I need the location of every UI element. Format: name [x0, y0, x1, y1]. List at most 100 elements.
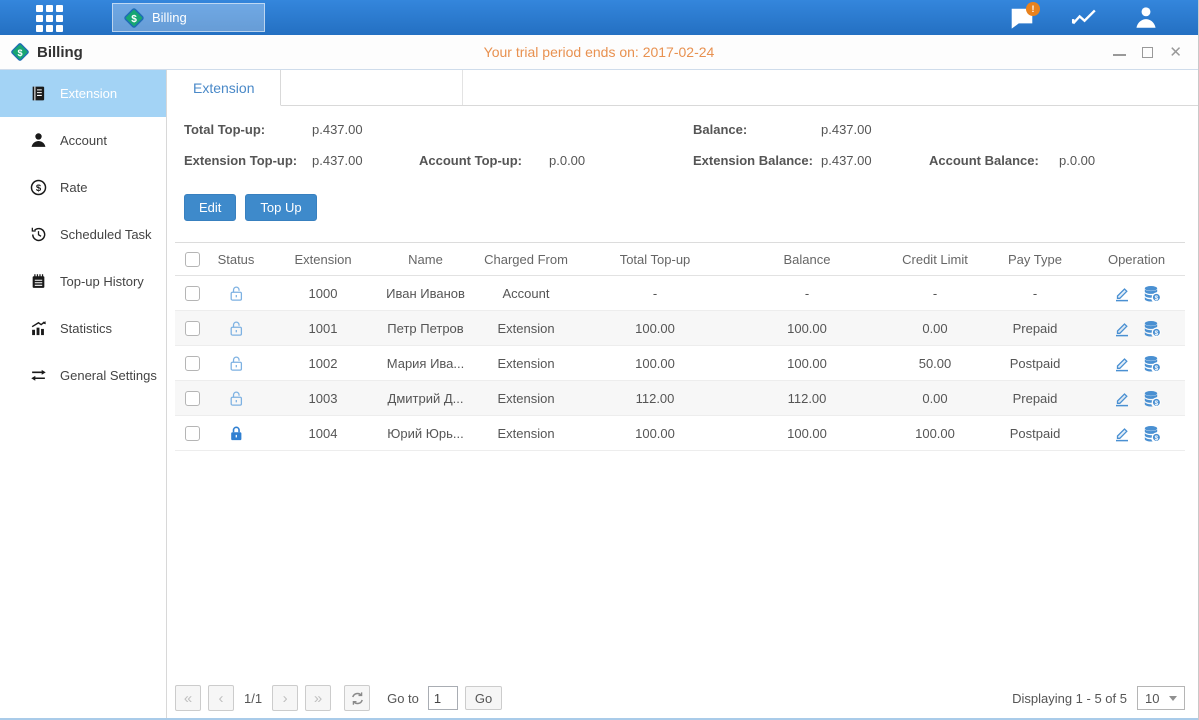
svg-text:$: $ — [17, 48, 22, 58]
sidebar-item-label: Scheduled Task — [60, 227, 152, 242]
row-checkbox[interactable] — [185, 426, 200, 441]
table-row: 1000Иван ИвановAccount----$ — [175, 276, 1185, 311]
extension-balance-value: p.437.00 — [821, 153, 872, 168]
cell-total-topup: 112.00 — [584, 381, 726, 416]
column-header-name: Name — [383, 243, 468, 276]
goto-page-input[interactable] — [428, 686, 458, 710]
cell-total-topup: 100.00 — [584, 346, 726, 381]
cell-credit-limit: - — [888, 276, 982, 311]
page-indicator: 1/1 — [244, 691, 262, 706]
total-topup-value: p.437.00 — [312, 122, 363, 137]
table-header-row: StatusExtensionNameCharged FromTotal Top… — [175, 243, 1185, 276]
cell-pay-type: Prepaid — [982, 311, 1088, 346]
cell-credit-limit: 0.00 — [888, 311, 982, 346]
window-title-group: $ Billing — [10, 42, 83, 62]
billing-app-window: $ Billing ! $ Billing Your trial period … — [0, 0, 1199, 720]
svg-text:$: $ — [131, 14, 137, 25]
messages-icon[interactable]: ! — [1008, 4, 1036, 32]
edit-pencil-icon[interactable] — [1113, 285, 1131, 302]
ledger-icon — [30, 85, 47, 102]
topbar-right: ! — [1008, 0, 1160, 35]
column-header-charged-from: Charged From — [468, 243, 584, 276]
history-clock-icon — [30, 226, 47, 243]
column-header-credit-limit: Credit Limit — [888, 243, 982, 276]
minimize-button[interactable] — [1113, 49, 1126, 56]
sidebar-item-extension[interactable]: Extension — [0, 70, 166, 117]
extension-table: StatusExtensionNameCharged FromTotal Top… — [175, 242, 1185, 451]
row-checkbox[interactable] — [185, 356, 200, 371]
select-all-checkbox[interactable] — [185, 252, 200, 267]
displaying-text: Displaying 1 - 5 of 5 — [1012, 691, 1127, 706]
svg-text:$: $ — [1154, 295, 1158, 302]
row-checkbox[interactable] — [185, 321, 200, 336]
prev-page-button[interactable]: ‹ — [208, 685, 234, 711]
topup-coins-icon[interactable]: $ — [1143, 390, 1161, 407]
row-checkbox[interactable] — [185, 286, 200, 301]
locked-icon — [228, 424, 245, 439]
cell-balance: 100.00 — [726, 311, 888, 346]
topup-coins-icon[interactable]: $ — [1143, 320, 1161, 337]
edit-pencil-icon[interactable] — [1113, 355, 1131, 372]
close-button[interactable]: ✕ — [1169, 47, 1182, 58]
sidebar-item-label: Statistics — [60, 321, 112, 336]
next-page-button[interactable]: › — [272, 685, 298, 711]
column-header-extension: Extension — [263, 243, 383, 276]
tab-extension[interactable]: Extension — [167, 70, 281, 106]
sidebar-item-rate[interactable]: $Rate — [0, 164, 166, 211]
go-button[interactable]: Go — [465, 686, 502, 710]
pagination-bar: « ‹ 1/1 › » Go to Go Displaying 1 - 5 of… — [175, 684, 1185, 712]
cell-charged-from: Extension — [468, 381, 584, 416]
cell-extension: 1000 — [263, 276, 383, 311]
window-controls: ✕ — [1113, 47, 1182, 58]
billing-diamond-icon: $ — [123, 7, 145, 29]
cell-charged-from: Extension — [468, 346, 584, 381]
topup-coins-icon[interactable]: $ — [1143, 425, 1161, 442]
sidebar-item-account[interactable]: Account — [0, 117, 166, 164]
chevron-down-icon — [1169, 696, 1177, 701]
cell-charged-from: Account — [468, 276, 584, 311]
edit-pencil-icon[interactable] — [1113, 425, 1131, 442]
cell-pay-type: Prepaid — [982, 381, 1088, 416]
extension-balance-label: Extension Balance: — [693, 153, 813, 168]
action-buttons: Edit Top Up — [184, 194, 1198, 221]
cell-total-topup: 100.00 — [584, 416, 726, 451]
desktop-topbar: $ Billing ! — [0, 0, 1198, 35]
sidebar-item-top-up-history[interactable]: Top-up History — [0, 258, 166, 305]
topup-coins-icon[interactable]: $ — [1143, 355, 1161, 372]
svg-text:$: $ — [1154, 435, 1158, 442]
account-balance-label: Account Balance: — [929, 153, 1039, 168]
row-checkbox[interactable] — [185, 391, 200, 406]
topup-coins-icon[interactable]: $ — [1143, 285, 1161, 302]
column-header-operation: Operation — [1088, 243, 1185, 276]
sidebar-item-general-settings[interactable]: General Settings — [0, 352, 166, 399]
table-row: 1001Петр ПетровExtension100.00100.000.00… — [175, 311, 1185, 346]
cell-name: Иван Иванов — [383, 276, 468, 311]
sidebar-item-statistics[interactable]: Statistics — [0, 305, 166, 352]
cell-name: Петр Петров — [383, 311, 468, 346]
cell-credit-limit: 50.00 — [888, 346, 982, 381]
main-area: ExtensionAccount$RateScheduled TaskTop-u… — [0, 70, 1198, 720]
unlocked-icon — [228, 354, 245, 369]
last-page-button[interactable]: » — [305, 685, 331, 711]
top-up-button[interactable]: Top Up — [245, 194, 316, 221]
refresh-icon[interactable] — [344, 685, 370, 711]
edit-button[interactable]: Edit — [184, 194, 236, 221]
sidebar-item-label: General Settings — [60, 368, 157, 383]
edit-pencil-icon[interactable] — [1113, 320, 1131, 337]
taskbar-billing-app[interactable]: $ Billing — [112, 3, 265, 32]
first-page-button[interactable]: « — [175, 685, 201, 711]
page-size-select[interactable]: 10 — [1137, 686, 1185, 710]
cell-balance: 100.00 — [726, 346, 888, 381]
cell-extension: 1004 — [263, 416, 383, 451]
sidebar-item-scheduled-task[interactable]: Scheduled Task — [0, 211, 166, 258]
edit-pencil-icon[interactable] — [1113, 390, 1131, 407]
user-account-icon[interactable] — [1132, 4, 1160, 32]
cell-pay-type: Postpaid — [982, 416, 1088, 451]
maximize-button[interactable] — [1142, 47, 1153, 58]
sidebar-item-label: Extension — [60, 86, 117, 101]
monitor-chart-icon[interactable] — [1070, 4, 1098, 32]
account-balance-value: p.0.00 — [1059, 153, 1095, 168]
apps-grid-icon[interactable] — [36, 5, 62, 31]
cell-extension: 1003 — [263, 381, 383, 416]
summary-panel: Total Top-up: p.437.00 Balance: p.437.00… — [167, 106, 1198, 180]
